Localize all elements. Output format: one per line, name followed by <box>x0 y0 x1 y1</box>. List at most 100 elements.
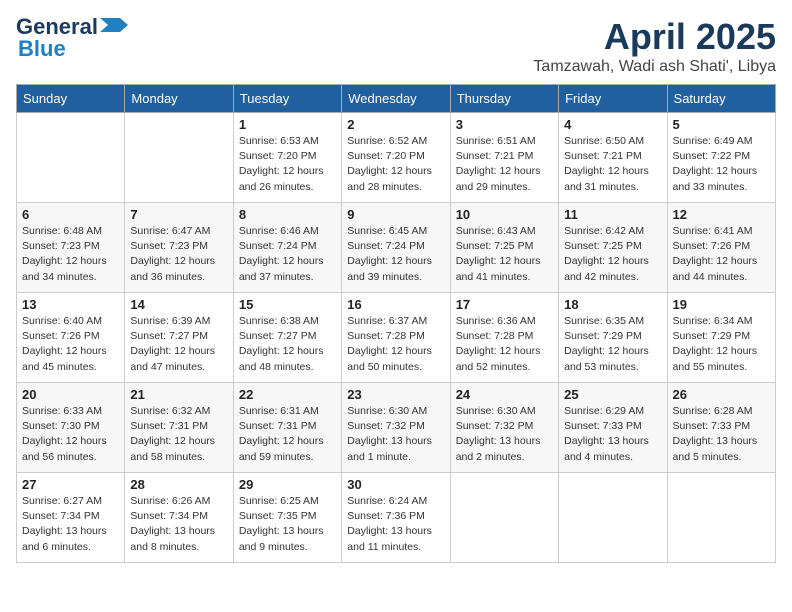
day-info: Sunrise: 6:50 AM Sunset: 7:21 PM Dayligh… <box>564 134 661 195</box>
day-info: Sunrise: 6:32 AM Sunset: 7:31 PM Dayligh… <box>130 404 227 465</box>
calendar-cell: 3 Sunrise: 6:51 AM Sunset: 7:21 PM Daylig… <box>450 113 558 203</box>
logo: General Blue <box>16 16 128 62</box>
day-info: Sunrise: 6:34 AM Sunset: 7:29 PM Dayligh… <box>673 314 770 375</box>
day-info: Sunrise: 6:40 AM Sunset: 7:26 PM Dayligh… <box>22 314 119 375</box>
calendar-week-5: 27 Sunrise: 6:27 AM Sunset: 7:34 PM Dayli… <box>17 473 776 563</box>
day-number: 29 <box>239 477 336 492</box>
calendar-cell: 19 Sunrise: 6:34 AM Sunset: 7:29 PM Dayli… <box>667 293 775 383</box>
logo-icon <box>100 18 128 32</box>
day-info: Sunrise: 6:38 AM Sunset: 7:27 PM Dayligh… <box>239 314 336 375</box>
calendar-cell: 1Sunrise: 6:53 AM Sunset: 7:20 PM Daylig… <box>233 113 341 203</box>
weekday-header-monday: Monday <box>125 85 233 113</box>
calendar-cell: 8 Sunrise: 6:46 AM Sunset: 7:24 PM Daylig… <box>233 203 341 293</box>
calendar-cell: 29 Sunrise: 6:25 AM Sunset: 7:35 PM Dayli… <box>233 473 341 563</box>
day-number: 9 <box>347 207 444 222</box>
calendar-table: SundayMondayTuesdayWednesdayThursdayFrid… <box>16 84 776 563</box>
day-number: 25 <box>564 387 661 402</box>
day-number: 4 <box>564 117 661 132</box>
calendar-cell: 15 Sunrise: 6:38 AM Sunset: 7:27 PM Dayli… <box>233 293 341 383</box>
calendar-cell: 20 Sunrise: 6:33 AM Sunset: 7:30 PM Dayli… <box>17 383 125 473</box>
calendar-cell: 4 Sunrise: 6:50 AM Sunset: 7:21 PM Daylig… <box>559 113 667 203</box>
calendar-cell: 5Sunrise: 6:49 AM Sunset: 7:22 PM Daylig… <box>667 113 775 203</box>
day-number: 26 <box>673 387 770 402</box>
weekday-header-row: SundayMondayTuesdayWednesdayThursdayFrid… <box>17 85 776 113</box>
calendar-cell: 9 Sunrise: 6:45 AM Sunset: 7:24 PM Daylig… <box>342 203 450 293</box>
day-info: Sunrise: 6:24 AM Sunset: 7:36 PM Dayligh… <box>347 494 444 555</box>
day-number: 3 <box>456 117 553 132</box>
calendar-cell: 30 Sunrise: 6:24 AM Sunset: 7:36 PM Dayli… <box>342 473 450 563</box>
calendar-cell: 2Sunrise: 6:52 AM Sunset: 7:20 PM Daylig… <box>342 113 450 203</box>
weekday-header-sunday: Sunday <box>17 85 125 113</box>
calendar-cell: 7 Sunrise: 6:47 AM Sunset: 7:23 PM Daylig… <box>125 203 233 293</box>
day-info: Sunrise: 6:42 AM Sunset: 7:25 PM Dayligh… <box>564 224 661 285</box>
day-number: 17 <box>456 297 553 312</box>
day-info: Sunrise: 6:49 AM Sunset: 7:22 PM Dayligh… <box>673 134 770 195</box>
day-info: Sunrise: 6:26 AM Sunset: 7:34 PM Dayligh… <box>130 494 227 555</box>
calendar-cell <box>17 113 125 203</box>
day-info: Sunrise: 6:29 AM Sunset: 7:33 PM Dayligh… <box>564 404 661 465</box>
month-title: April 2025 <box>533 16 776 58</box>
calendar-cell: 22 Sunrise: 6:31 AM Sunset: 7:31 PM Dayli… <box>233 383 341 473</box>
day-number: 11 <box>564 207 661 222</box>
day-number: 8 <box>239 207 336 222</box>
day-info: Sunrise: 6:35 AM Sunset: 7:29 PM Dayligh… <box>564 314 661 375</box>
location-title: Tamzawah, Wadi ash Shati', Libya <box>533 58 776 76</box>
day-number: 19 <box>673 297 770 312</box>
day-info: Sunrise: 6:52 AM Sunset: 7:20 PM Dayligh… <box>347 134 444 195</box>
day-number: 13 <box>22 297 119 312</box>
calendar-week-1: 1Sunrise: 6:53 AM Sunset: 7:20 PM Daylig… <box>17 113 776 203</box>
day-info: Sunrise: 6:28 AM Sunset: 7:33 PM Dayligh… <box>673 404 770 465</box>
day-info: Sunrise: 6:47 AM Sunset: 7:23 PM Dayligh… <box>130 224 227 285</box>
calendar-cell: 6Sunrise: 6:48 AM Sunset: 7:23 PM Daylig… <box>17 203 125 293</box>
weekday-header-tuesday: Tuesday <box>233 85 341 113</box>
calendar-cell: 25 Sunrise: 6:29 AM Sunset: 7:33 PM Dayli… <box>559 383 667 473</box>
day-number: 22 <box>239 387 336 402</box>
day-info: Sunrise: 6:36 AM Sunset: 7:28 PM Dayligh… <box>456 314 553 375</box>
weekday-header-saturday: Saturday <box>667 85 775 113</box>
day-info: Sunrise: 6:51 AM Sunset: 7:21 PM Dayligh… <box>456 134 553 195</box>
day-number: 7 <box>130 207 227 222</box>
day-info: Sunrise: 6:37 AM Sunset: 7:28 PM Dayligh… <box>347 314 444 375</box>
calendar-cell: 12Sunrise: 6:41 AM Sunset: 7:26 PM Dayli… <box>667 203 775 293</box>
day-number: 30 <box>347 477 444 492</box>
calendar-cell: 26 Sunrise: 6:28 AM Sunset: 7:33 PM Dayli… <box>667 383 775 473</box>
day-number: 10 <box>456 207 553 222</box>
calendar-cell: 16 Sunrise: 6:37 AM Sunset: 7:28 PM Dayli… <box>342 293 450 383</box>
calendar-cell <box>450 473 558 563</box>
calendar-cell <box>125 113 233 203</box>
calendar-cell: 10 Sunrise: 6:43 AM Sunset: 7:25 PM Dayli… <box>450 203 558 293</box>
weekday-header-wednesday: Wednesday <box>342 85 450 113</box>
day-number: 28 <box>130 477 227 492</box>
calendar-cell <box>667 473 775 563</box>
day-info: Sunrise: 6:45 AM Sunset: 7:24 PM Dayligh… <box>347 224 444 285</box>
day-number: 6 <box>22 207 119 222</box>
day-number: 18 <box>564 297 661 312</box>
day-number: 20 <box>22 387 119 402</box>
calendar-cell <box>559 473 667 563</box>
day-number: 16 <box>347 297 444 312</box>
weekday-header-friday: Friday <box>559 85 667 113</box>
calendar-cell: 27 Sunrise: 6:27 AM Sunset: 7:34 PM Dayli… <box>17 473 125 563</box>
day-number: 27 <box>22 477 119 492</box>
calendar-cell: 17 Sunrise: 6:36 AM Sunset: 7:28 PM Dayli… <box>450 293 558 383</box>
day-info: Sunrise: 6:33 AM Sunset: 7:30 PM Dayligh… <box>22 404 119 465</box>
calendar-cell: 11 Sunrise: 6:42 AM Sunset: 7:25 PM Dayli… <box>559 203 667 293</box>
calendar-week-4: 20 Sunrise: 6:33 AM Sunset: 7:30 PM Dayli… <box>17 383 776 473</box>
day-info: Sunrise: 6:39 AM Sunset: 7:27 PM Dayligh… <box>130 314 227 375</box>
day-number: 12 <box>673 207 770 222</box>
day-info: Sunrise: 6:25 AM Sunset: 7:35 PM Dayligh… <box>239 494 336 555</box>
day-info: Sunrise: 6:31 AM Sunset: 7:31 PM Dayligh… <box>239 404 336 465</box>
calendar-cell: 18 Sunrise: 6:35 AM Sunset: 7:29 PM Dayli… <box>559 293 667 383</box>
day-info: Sunrise: 6:53 AM Sunset: 7:20 PM Dayligh… <box>239 134 336 195</box>
day-info: Sunrise: 6:43 AM Sunset: 7:25 PM Dayligh… <box>456 224 553 285</box>
day-info: Sunrise: 6:27 AM Sunset: 7:34 PM Dayligh… <box>22 494 119 555</box>
day-number: 23 <box>347 387 444 402</box>
day-number: 24 <box>456 387 553 402</box>
calendar-week-3: 13 Sunrise: 6:40 AM Sunset: 7:26 PM Dayli… <box>17 293 776 383</box>
day-number: 15 <box>239 297 336 312</box>
title-block: April 2025 Tamzawah, Wadi ash Shati', Li… <box>533 16 776 76</box>
day-info: Sunrise: 6:46 AM Sunset: 7:24 PM Dayligh… <box>239 224 336 285</box>
calendar-cell: 21Sunrise: 6:32 AM Sunset: 7:31 PM Dayli… <box>125 383 233 473</box>
logo-text: General <box>16 16 98 38</box>
day-info: Sunrise: 6:30 AM Sunset: 7:32 PM Dayligh… <box>456 404 553 465</box>
